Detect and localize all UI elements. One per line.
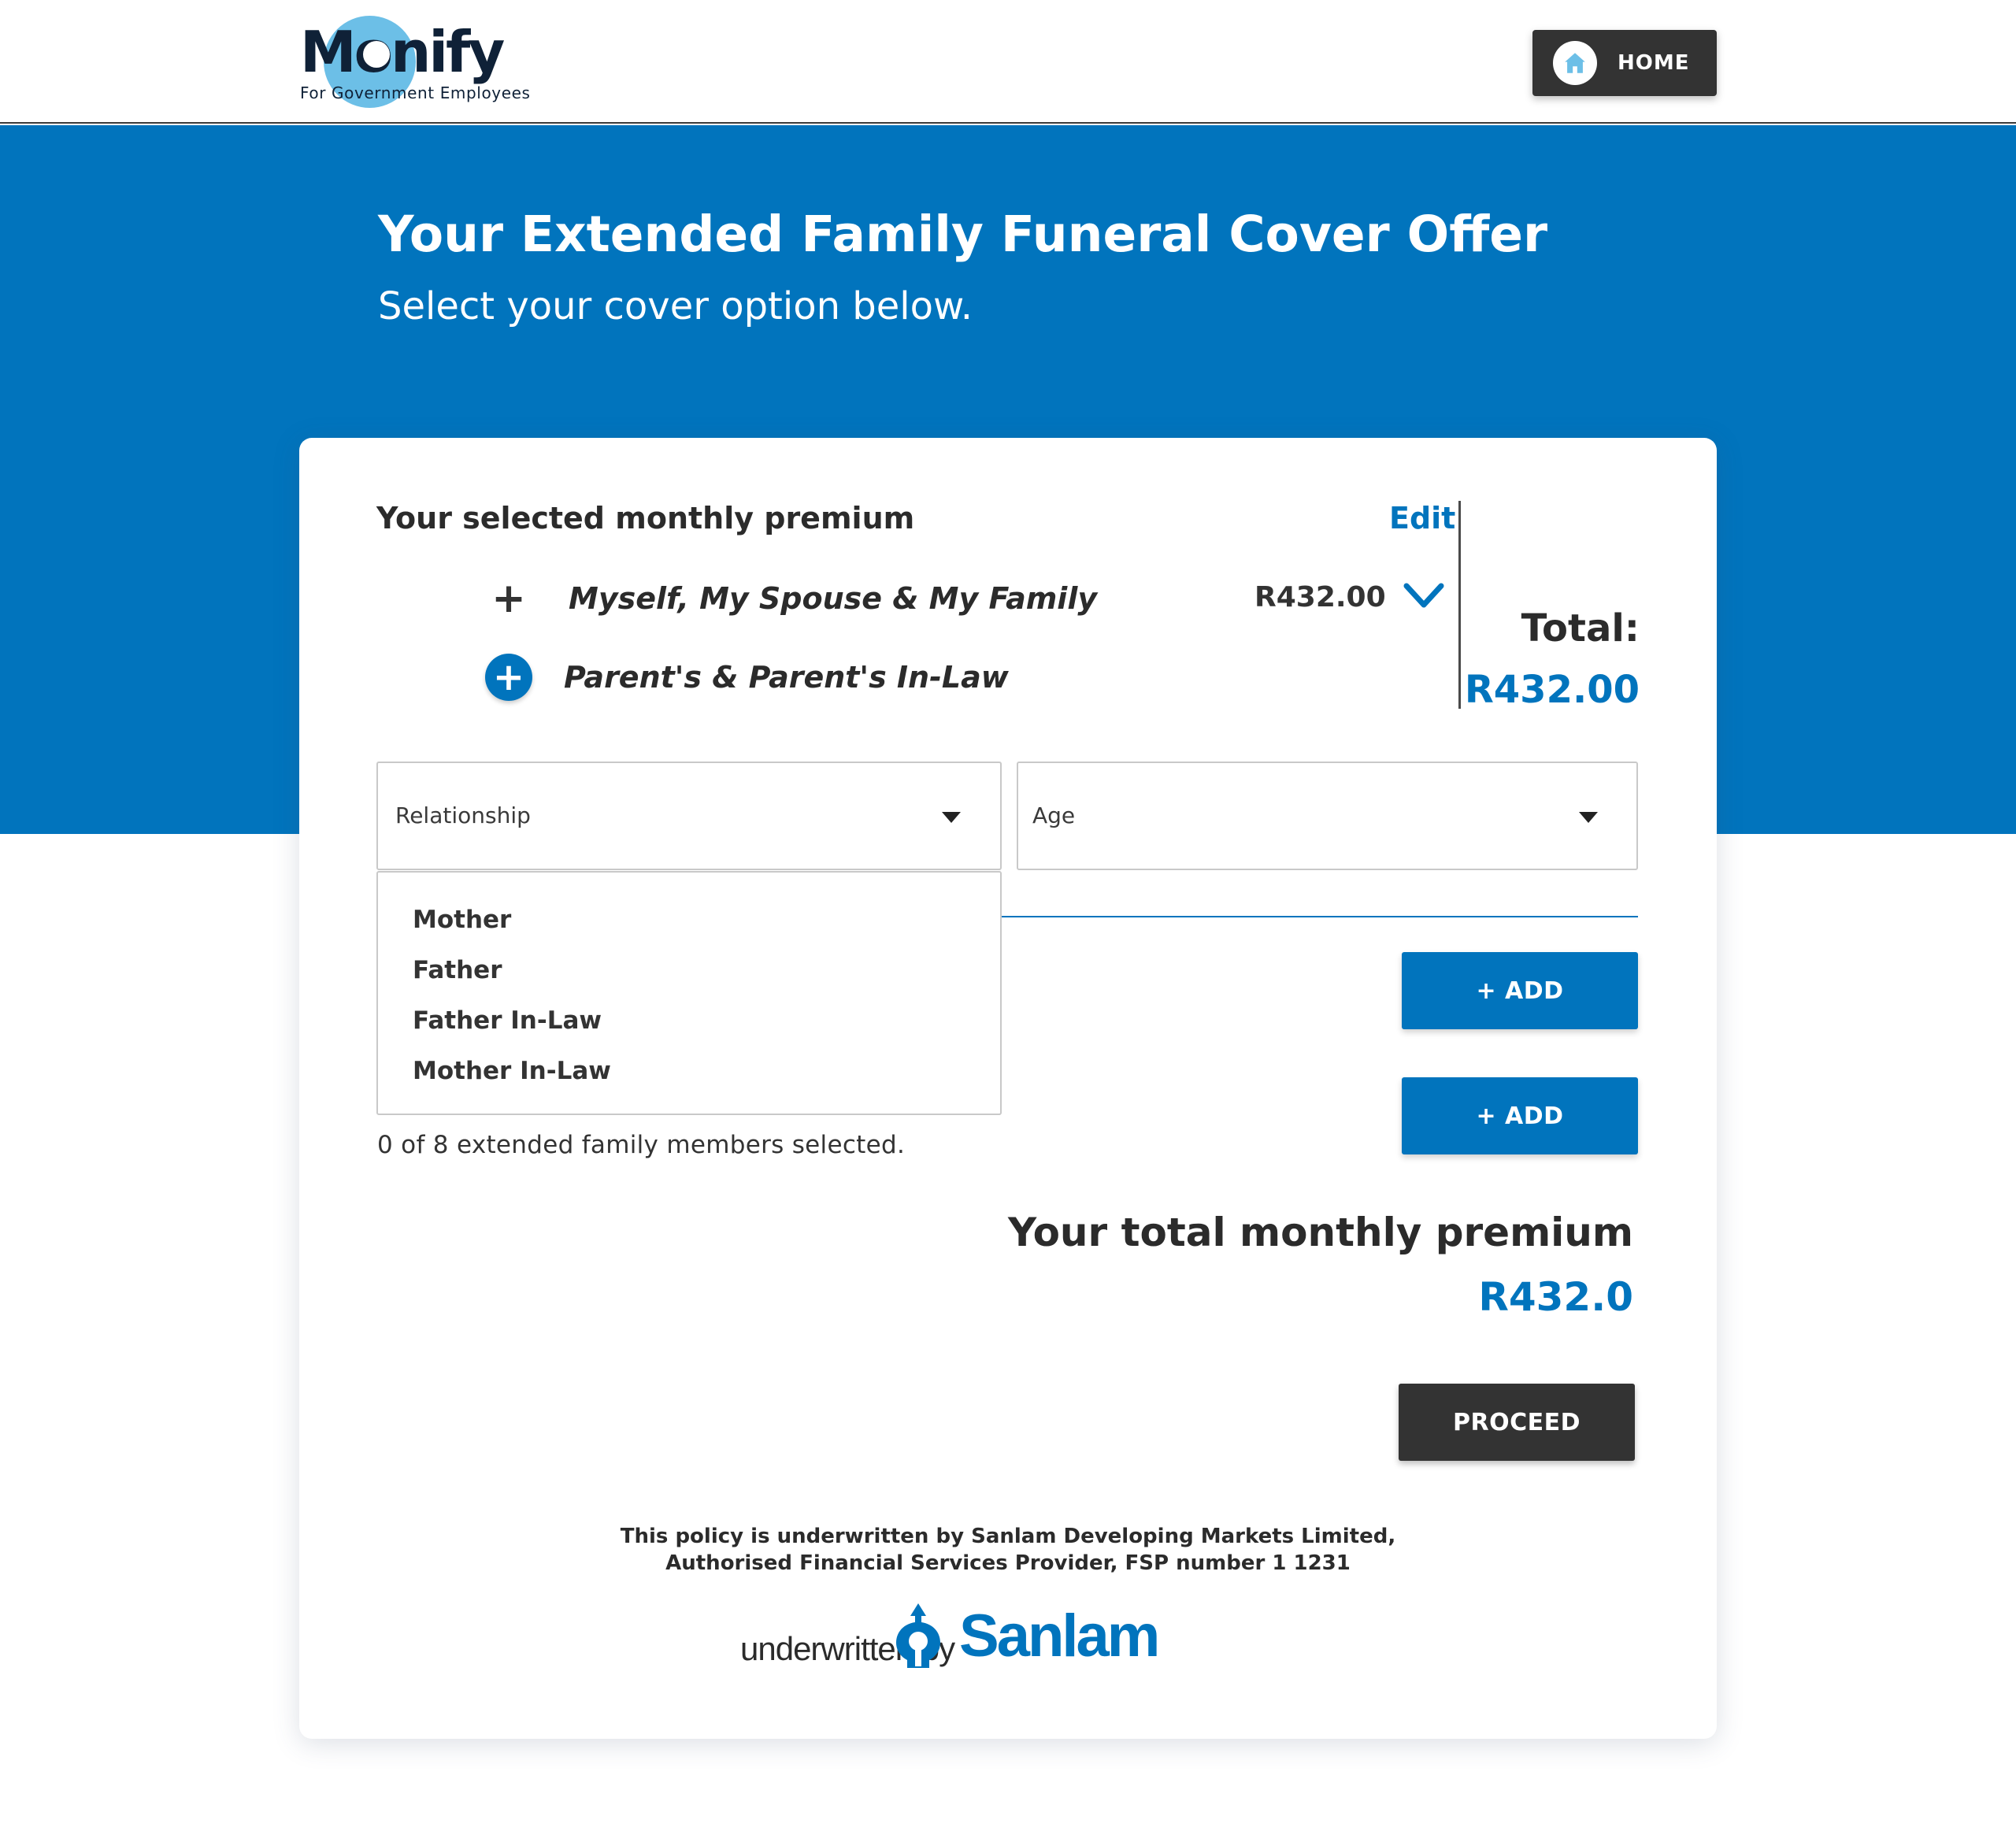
dropdown-option-mother[interactable]: Mother	[413, 906, 511, 934]
sanlam-shield-icon	[896, 1603, 940, 1668]
monify-logo[interactable]: Monify For Government Employees	[300, 16, 560, 110]
dropdown-option-father-in-law[interactable]: Father In-Law	[413, 1006, 602, 1035]
underwriter-badge: underwritten by Sanlam	[740, 1602, 1292, 1673]
relationship-dropdown-list: Mother Father Father In-Law Mother In-La…	[376, 871, 1002, 1115]
option-label: Myself, My Spouse & My Family	[569, 581, 1098, 616]
underwriter-disclaimer: This policy is underwritten by Sanlam De…	[299, 1523, 1717, 1577]
option-row-family[interactable]: + Myself, My Spouse & My Family	[485, 575, 1097, 622]
option-row-parents[interactable]: + Parent's & Parent's In-Law	[485, 654, 1009, 701]
add-button[interactable]: + ADD	[1402, 1077, 1638, 1154]
home-icon	[1553, 41, 1597, 85]
plus-icon[interactable]: +	[485, 575, 532, 622]
top-header: Monify For Government Employees HOME	[0, 0, 2016, 124]
offer-card: Your selected monthly premium Edit + Mys…	[299, 438, 1717, 1739]
relationship-select[interactable]: Relationship	[376, 762, 1002, 870]
disclaimer-line: Authorised Financial Services Provider, …	[665, 1551, 1351, 1575]
relationship-placeholder: Relationship	[395, 802, 531, 828]
total-value: R432.00	[1464, 668, 1640, 712]
total-monthly-premium-value: R432.0	[1478, 1274, 1633, 1320]
caret-down-icon	[942, 812, 961, 823]
proceed-button[interactable]: PROCEED	[1399, 1384, 1635, 1461]
age-placeholder: Age	[1032, 802, 1076, 828]
plus-circle-icon[interactable]: +	[485, 654, 532, 701]
chevron-down-icon[interactable]	[1402, 580, 1446, 611]
option-label: Parent's & Parent's In-Law	[564, 660, 1009, 695]
selected-premium-heading: Your selected monthly premium	[376, 501, 915, 536]
age-select[interactable]: Age	[1017, 762, 1638, 870]
field-underline	[1000, 916, 1638, 917]
page-title: Your Extended Family Funeral Cover Offer	[378, 206, 1548, 263]
logo-o-dot	[363, 41, 390, 68]
dropdown-option-mother-in-law[interactable]: Mother In-Law	[413, 1057, 611, 1085]
home-label: HOME	[1618, 51, 1690, 75]
total-monthly-premium-heading: Your total monthly premium	[1007, 1210, 1633, 1255]
selected-count-text: 0 of 8 extended family members selected.	[377, 1131, 906, 1159]
home-button[interactable]: HOME	[1532, 30, 1717, 96]
sanlam-brand: Sanlam	[959, 1603, 1160, 1670]
page-subtitle: Select your cover option below.	[378, 284, 973, 328]
logo-subtitle: For Government Employees	[300, 83, 531, 102]
caret-down-icon	[1579, 812, 1598, 823]
logo-wordmark: Monify	[300, 19, 505, 85]
option-price: R432.00	[1254, 581, 1386, 613]
total-label: Total:	[1521, 606, 1640, 650]
add-button[interactable]: + ADD	[1402, 952, 1638, 1029]
edit-link[interactable]: Edit	[1389, 501, 1455, 536]
disclaimer-line: This policy is underwritten by Sanlam De…	[620, 1525, 1396, 1548]
dropdown-option-father[interactable]: Father	[413, 956, 502, 984]
vertical-divider	[1458, 501, 1461, 709]
